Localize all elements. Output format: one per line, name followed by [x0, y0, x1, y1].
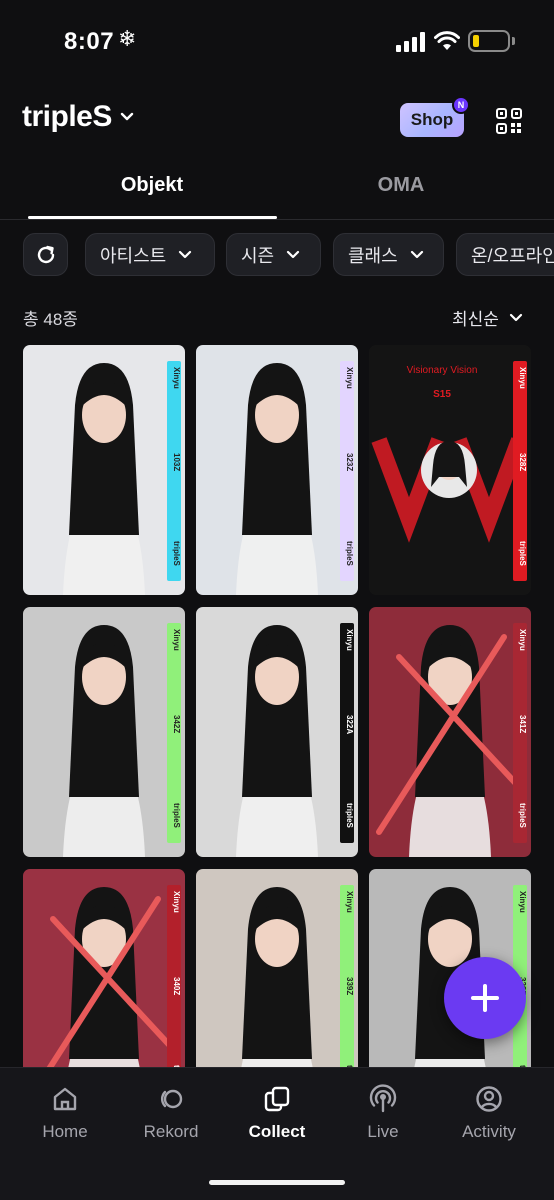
sort-dropdown[interactable]: 최신순 [452, 305, 523, 330]
app-header: tripleS Shop N [0, 90, 554, 150]
member-photo [63, 625, 145, 857]
live-icon [369, 1084, 397, 1113]
card-group: tripleS [345, 803, 354, 828]
card-group: tripleS [518, 803, 527, 828]
card-code: 323Z [345, 453, 354, 472]
filter-online-offline[interactable]: 온/오프라인 [456, 233, 554, 276]
app-screen: 8:07 ❄ tripleS Shop N Objekt OMA 아티스트 시즌… [0, 0, 554, 1200]
objekt-card[interactable]: Xinyu339ZtripleS [196, 869, 358, 1067]
battery-icon [468, 30, 510, 52]
tab-bar: Objekt OMA [0, 160, 554, 220]
card-collection-title: Visionary Vision [406, 365, 478, 376]
card-member: Xinyu [172, 629, 181, 651]
card-group: tripleS [345, 541, 354, 566]
rekord-icon [160, 1089, 183, 1109]
wifi-icon [434, 31, 460, 50]
card-member: Xinyu [518, 891, 527, 913]
artist-name: tripleS [22, 100, 112, 133]
add-button[interactable] [444, 957, 526, 1039]
member-photo [241, 887, 313, 1067]
card-code: 340Z [172, 977, 181, 996]
filter-class[interactable]: 클래스 [333, 233, 444, 276]
refresh-button[interactable] [23, 233, 68, 276]
card-code: 328Z [518, 453, 527, 472]
filter-class-label: 클래스 [348, 245, 398, 266]
card-member: Xinyu [345, 367, 354, 389]
objekt-card[interactable]: Xinyu 103Z tripleS [23, 345, 185, 595]
objekt-card[interactable]: Xinyu 341Z tripleS [369, 607, 531, 857]
tab-objekt[interactable]: Objekt [27, 174, 277, 197]
refresh-icon [37, 245, 54, 263]
card-season: S15 [433, 389, 451, 400]
nav-rekord[interactable]: Rekord [116, 1084, 226, 1142]
chevron-down-icon [120, 112, 134, 121]
objekt-card[interactable]: Xinyu 342Z tripleS [23, 607, 185, 857]
snowflake-icon: ❄ [118, 26, 137, 51]
cellular-signal-icon [396, 32, 425, 52]
filter-artist-label: 아티스트 [100, 245, 167, 266]
chevron-down-icon [410, 250, 423, 258]
collect-icon [264, 1086, 290, 1112]
card-code: 339Z [345, 977, 354, 996]
activity-icon [476, 1086, 502, 1112]
nav-rekord-label: Rekord [143, 1122, 199, 1141]
filter-season-label: 시즌 [241, 245, 275, 266]
nav-activity-label: Activity [462, 1122, 516, 1141]
cross-out-mark [376, 634, 522, 835]
artist-selector[interactable]: tripleS [22, 100, 134, 134]
member-photo [63, 363, 145, 595]
filter-artist[interactable]: 아티스트 [85, 233, 215, 276]
plus-icon [471, 984, 499, 1012]
card-member: Xinyu [172, 367, 181, 389]
card-code: 342Z [172, 715, 181, 734]
filter-online-label: 온/오프라인 [471, 245, 554, 266]
filter-bar: 아티스트 시즌 클래스 온/오프라인 [0, 230, 554, 278]
nav-live[interactable]: Live [328, 1084, 438, 1142]
card-group: tripleS [172, 541, 181, 566]
chevron-down-icon [509, 313, 523, 321]
card-member: Xinyu [345, 629, 354, 651]
chevron-down-icon [179, 250, 192, 258]
card-code: 341Z [518, 715, 527, 734]
qr-code-icon[interactable] [496, 108, 522, 134]
sort-label: 최신순 [452, 310, 499, 329]
nav-activity[interactable]: Activity [434, 1084, 544, 1142]
objekt-card[interactable]: Xinyu 323Z tripleS [196, 345, 358, 595]
card-code: 103Z [172, 453, 181, 472]
status-bar: 8:07 ❄ [0, 0, 554, 84]
card-member: Xinyu [518, 629, 527, 651]
active-tab-indicator [28, 216, 277, 219]
objekt-count: 총 48종 [23, 310, 78, 329]
objekt-card[interactable]: Xinyu 322A tripleS [196, 607, 358, 857]
card-member: Xinyu [345, 891, 354, 913]
filter-season[interactable]: 시즌 [226, 233, 321, 276]
new-badge: N [452, 96, 470, 114]
home-indicator [209, 1180, 345, 1185]
objekt-card[interactable]: Xinyu340ZtripleS [23, 869, 185, 1067]
member-photo [371, 437, 527, 543]
nav-home[interactable]: Home [10, 1084, 120, 1142]
nav-live-label: Live [367, 1122, 399, 1141]
nav-home-label: Home [42, 1122, 88, 1141]
member-photo [236, 363, 318, 595]
card-member: Xinyu [172, 891, 181, 913]
nav-collect-label: Collect [248, 1122, 306, 1141]
card-group: tripleS [172, 803, 181, 828]
home-icon [53, 1087, 77, 1111]
chevron-down-icon [287, 250, 300, 258]
card-member: Xinyu [518, 367, 527, 389]
member-photo [236, 625, 318, 857]
status-time: 8:07 [64, 28, 115, 55]
nav-collect[interactable]: Collect [222, 1084, 332, 1142]
objekt-card[interactable]: Xinyu 328Z tripleS Visionary Vision S15 [369, 345, 531, 595]
tab-oma[interactable]: OMA [276, 174, 526, 197]
cross-out-mark [46, 896, 176, 1067]
card-group: tripleS [518, 541, 527, 566]
card-code: 322A [345, 715, 354, 735]
